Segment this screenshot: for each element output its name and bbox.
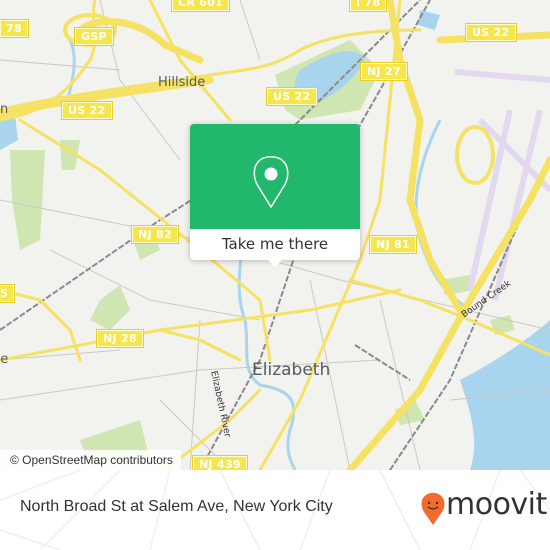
route-shield-nj81: NJ 81 (369, 235, 417, 254)
route-shield-nj439: NJ 439 (192, 455, 248, 470)
place-label-partial-de: de (0, 352, 9, 367)
route-shield-cr601: CR 601 (170, 0, 231, 12)
popup-header (190, 124, 360, 229)
route-shield-us22: US 22 (465, 23, 517, 42)
take-me-there-button[interactable]: Take me there (190, 229, 360, 260)
footer: North Broad St at Salem Ave, New York Ci… (0, 470, 550, 550)
stop-address: North Broad St at Salem Ave, New York Ci… (20, 498, 333, 515)
place-label-elizabeth: Elizabeth (252, 360, 331, 380)
map[interactable]: 78 GSP CR 601 I 78 US 22 US 22 US 22 NJ … (0, 0, 550, 470)
moovit-logo-text: moovit (446, 487, 547, 522)
place-label-partial-n: n (0, 102, 9, 117)
route-shield-nj27: NJ 27 (360, 62, 408, 81)
route-shield-nj28: NJ 28 (96, 329, 144, 348)
location-pin-icon (253, 156, 289, 209)
route-shield-us22: US 22 (61, 101, 113, 120)
route-shield-nj82: NJ 82 (131, 225, 179, 244)
route-shield-5: 5 (0, 284, 15, 303)
place-label-hillside: Hillside (158, 75, 206, 90)
route-shield-i78-east: I 78 (348, 0, 388, 12)
moovit-pin-icon (421, 492, 445, 525)
map-attribution[interactable]: © OpenStreetMap contributors (0, 450, 181, 470)
route-shield-i78: 78 (0, 19, 29, 38)
popup-pointer (266, 258, 284, 267)
route-shield-gsp: GSP (74, 27, 114, 46)
route-shield-us22: US 22 (266, 87, 318, 106)
destination-popup: Take me there (190, 124, 360, 267)
